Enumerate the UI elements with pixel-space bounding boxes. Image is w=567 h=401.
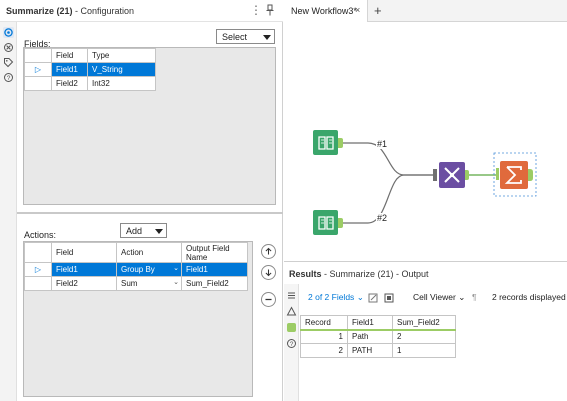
row-header-cell — [24, 242, 52, 263]
fields-grid[interactable]: Field Type ▷ Field1 V_String Field2 Int3… — [23, 47, 276, 205]
workflow-diagram — [313, 130, 537, 235]
action-type-cell[interactable]: Group By ⌄ — [116, 262, 182, 277]
row-selector-cell — [24, 276, 52, 291]
tab-workflow[interactable]: New Workflow3* × — [284, 0, 368, 22]
table-row[interactable]: ▷ Field1 V_String — [24, 62, 156, 77]
splitter[interactable] — [17, 212, 283, 214]
chevron-down-icon[interactable]: ⌄ — [173, 278, 179, 286]
edit-icon[interactable] — [368, 293, 378, 303]
action-field-cell[interactable]: Field1 — [51, 262, 117, 277]
fields-table-header: Field Type — [24, 48, 156, 63]
field-type-cell[interactable]: Int32 — [87, 76, 156, 91]
configuration-side-rail: ? — [0, 22, 17, 401]
results-table-header: Record Field1 Sum_Field2 — [300, 315, 456, 331]
row-selector-cell — [24, 76, 52, 91]
results-title: Results - Summarize (21) - Output — [289, 269, 429, 279]
column-header-field: Field — [51, 242, 117, 263]
move-down-button[interactable] — [261, 265, 276, 280]
more-options-icon[interactable]: ⋮ — [250, 3, 262, 17]
help-icon[interactable]: ? — [286, 338, 297, 349]
sum-field2-cell[interactable]: 2 — [392, 329, 456, 344]
tab-workflow-label: New Workflow3* — [291, 6, 357, 16]
action-field-cell[interactable]: Field2 — [51, 276, 117, 291]
connection-label-2: #2 — [376, 213, 389, 223]
results-side-rail: ? — [284, 284, 299, 401]
output-name-cell[interactable]: Sum_Field2 — [181, 276, 248, 291]
row-selector-icon: ▷ — [24, 62, 52, 77]
field-name-cell[interactable]: Field2 — [51, 76, 88, 91]
workflow-canvas[interactable]: #1 #2 — [284, 22, 567, 261]
field-type-cell[interactable]: V_String — [87, 62, 156, 77]
chevron-down-icon — [263, 35, 271, 40]
column-header-field: Field — [51, 48, 88, 63]
table-row[interactable]: ▷ Field1 Group By ⌄ Field1 — [24, 262, 248, 277]
separator-icon: ¶ — [472, 292, 477, 302]
actions-label: Actions: — [24, 230, 57, 240]
gear-icon[interactable] — [3, 27, 14, 38]
help-icon[interactable]: ? — [3, 72, 14, 83]
results-table: Record Field1 Sum_Field2 1 Path 2 2 PATH… — [300, 315, 456, 358]
table-row[interactable]: 2 PATH 1 — [300, 343, 456, 358]
configuration-window: Summarize (21) - Configuration ⋮ ? Field… — [0, 0, 283, 401]
sum-field2-cell[interactable]: 1 — [392, 343, 456, 358]
close-icon[interactable]: × — [355, 5, 360, 15]
row-header-cell — [24, 48, 52, 63]
copy-icon[interactable] — [384, 293, 394, 303]
chevron-down-icon[interactable]: ⌄ — [173, 264, 179, 272]
actions-table: Field Action Output Field Name ▷ Field1 G… — [24, 242, 248, 291]
svg-text:?: ? — [290, 341, 294, 348]
remove-button[interactable] — [261, 292, 276, 307]
row-selector-icon: ▷ — [24, 262, 52, 277]
column-header-field1[interactable]: Field1 — [347, 315, 393, 331]
workflow-tab-bar: New Workflow3* × + — [284, 0, 567, 22]
fields-filter-dropdown[interactable]: 2 of 2 Fields ⌄ — [308, 292, 364, 303]
field1-cell[interactable]: PATH — [347, 343, 393, 358]
column-header-action: Action — [116, 242, 182, 263]
add-tab-icon[interactable]: + — [374, 3, 382, 18]
connection-label-1: #1 — [376, 139, 389, 149]
input-data-tool-2[interactable] — [313, 210, 343, 235]
chevron-down-icon: ⌄ — [458, 292, 466, 302]
table-row[interactable]: Field2 Int32 — [24, 76, 156, 91]
pin-icon[interactable] — [265, 4, 275, 16]
input-data-tool-1[interactable] — [313, 130, 343, 155]
list-icon[interactable] — [286, 290, 297, 301]
column-header-record[interactable]: Record — [300, 315, 348, 331]
column-header-sum-field2[interactable]: Sum_Field2 — [392, 315, 456, 331]
cell-viewer-dropdown[interactable]: Cell Viewer ⌄ — [413, 292, 465, 303]
add-dropdown-label: Add — [126, 226, 143, 236]
column-header-type: Type — [87, 48, 156, 63]
output-anchor-icon[interactable] — [286, 322, 297, 333]
move-up-button[interactable] — [261, 244, 276, 259]
actions-table-header: Field Action Output Field Name — [24, 242, 248, 263]
actions-grid[interactable]: Field Action Output Field Name ▷ Field1 G… — [23, 241, 253, 397]
configuration-title-bar: Summarize (21) - Configuration ⋮ — [0, 0, 283, 22]
fields-table: Field Type ▷ Field1 V_String Field2 Int3… — [24, 48, 156, 91]
column-header-output-field-name: Output Field Name — [181, 242, 248, 263]
chevron-down-icon — [155, 229, 163, 234]
warning-icon[interactable] — [286, 306, 297, 317]
output-name-cell[interactable]: Field1 — [181, 262, 248, 277]
records-displayed-label: 2 records displayed — [492, 292, 566, 302]
field-name-cell[interactable]: Field1 — [51, 62, 88, 77]
chevron-down-icon: ⌄ — [356, 292, 364, 302]
configuration-title: Summarize (21) - Configuration — [6, 6, 135, 16]
table-row[interactable]: Field2 Sum ⌄ Sum_Field2 — [24, 276, 248, 291]
join-tool[interactable] — [433, 162, 469, 188]
select-dropdown[interactable]: Select — [216, 29, 275, 44]
summarize-tool[interactable] — [493, 152, 537, 197]
results-toolbar: 2 of 2 Fields ⌄ Cell Viewer ⌄ ¶ 2 record… — [299, 288, 567, 308]
table-row[interactable]: 1 Path 2 — [300, 329, 456, 344]
add-dropdown[interactable]: Add — [120, 223, 167, 238]
record-cell[interactable]: 2 — [300, 343, 348, 358]
record-cell[interactable]: 1 — [300, 329, 348, 344]
x-circle-icon[interactable] — [3, 42, 14, 53]
select-dropdown-label: Select — [222, 32, 248, 42]
tag-icon[interactable] — [3, 57, 14, 68]
results-window: Results - Summarize (21) - Output ? 2 of… — [284, 261, 567, 401]
action-type-cell[interactable]: Sum ⌄ — [116, 276, 182, 291]
field1-cell[interactable]: Path — [347, 329, 393, 344]
svg-text:?: ? — [7, 75, 11, 82]
